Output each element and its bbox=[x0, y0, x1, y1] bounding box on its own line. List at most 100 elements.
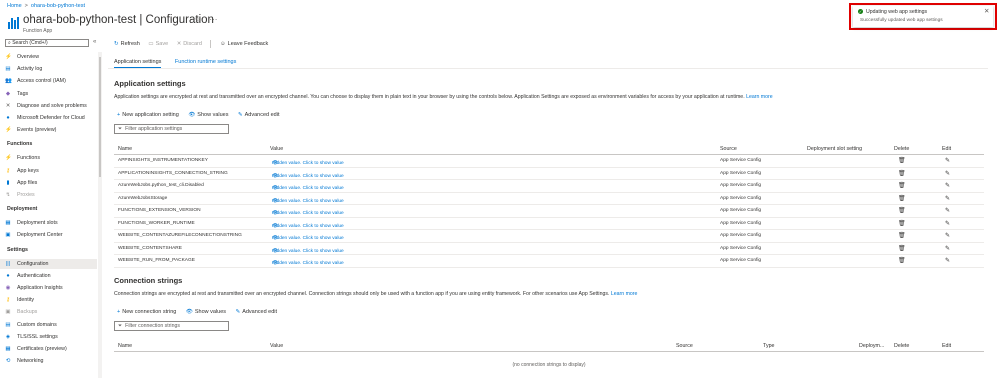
sidebar-item-deployment-center[interactable]: ▣ Deployment Center bbox=[0, 230, 97, 240]
sidebar-search-input[interactable]: ⌕ Search (Cmd+/) bbox=[5, 39, 89, 47]
pencil-icon[interactable]: ✎ bbox=[945, 245, 950, 252]
sidebar-item-app-files[interactable]: ▮ App files bbox=[0, 178, 97, 188]
table-row[interactable]: APPLICATIONINSIGHTS_CONNECTION_STRING 👁 H… bbox=[114, 168, 984, 180]
table-row[interactable]: AzureWebJobsStorage 👁 Hidden value. Click… bbox=[114, 193, 984, 205]
new-connection-string-button[interactable]: + New connection string bbox=[117, 309, 176, 315]
save-button[interactable]: ▭ Save bbox=[148, 41, 168, 47]
trash-icon[interactable]: 🗑 bbox=[898, 220, 906, 227]
hidden-value-text: Hidden value. Click to show value bbox=[272, 211, 344, 216]
column-header-source[interactable]: Source bbox=[720, 146, 737, 152]
setting-name[interactable]: WEBSITE_RUN_FROM_PACKAGE bbox=[118, 258, 195, 263]
table-row[interactable]: WEBSITE_RUN_FROM_PACKAGE 👁 Hidden value. … bbox=[114, 255, 984, 268]
leave-feedback-button[interactable]: ☺ Leave Feedback bbox=[220, 41, 268, 47]
column-header-name[interactable]: Name bbox=[118, 146, 132, 152]
sidebar-item-identity[interactable]: ⚷ Identity bbox=[0, 295, 97, 305]
sidebar-item-activity-log[interactable]: ▤ Activity log bbox=[0, 64, 97, 74]
sidebar-item-events-preview[interactable]: ⚡ Events (preview) bbox=[0, 125, 97, 135]
advanced-edit-button[interactable]: ✎ Advanced edit bbox=[236, 309, 277, 315]
table-row[interactable]: FUNCTIONS_WORKER_RUNTIME 👁 Hidden value. … bbox=[114, 218, 984, 230]
sidebar-item-tags[interactable]: ◆ Tags bbox=[0, 89, 97, 99]
filter-connection-strings-input[interactable]: ⏷ Filter connection strings bbox=[114, 321, 229, 331]
star-icon[interactable]: ☆ bbox=[194, 15, 201, 24]
sidebar-item-certificates-preview[interactable]: ▦ Certificates (preview) bbox=[0, 344, 97, 354]
column-header-slot-setting[interactable]: Deployment slot setting bbox=[807, 146, 862, 152]
column-header-value[interactable]: Value bbox=[270, 343, 283, 349]
column-header-source[interactable]: Source bbox=[676, 343, 693, 349]
setting-name[interactable]: FUNCTIONS_WORKER_RUNTIME bbox=[118, 221, 195, 226]
trash-icon[interactable]: 🗑 bbox=[898, 182, 906, 189]
close-icon[interactable]: ✕ bbox=[984, 7, 989, 15]
refresh-button[interactable]: ↻ Refresh bbox=[114, 41, 140, 47]
sidebar-item-backups[interactable]: ▣ Backups bbox=[0, 307, 97, 317]
app-settings-learn-more-link[interactable]: Learn more bbox=[746, 94, 773, 100]
breadcrumb-current[interactable]: ohara-bob-python-test bbox=[31, 3, 85, 9]
trash-icon[interactable]: 🗑 bbox=[898, 170, 906, 177]
trash-icon[interactable]: 🗑 bbox=[898, 157, 906, 164]
more-options-icon[interactable]: ··· bbox=[209, 15, 217, 24]
setting-name[interactable]: WEBSITE_CONTENTAZUREFILECONNECTIONSTRING bbox=[118, 233, 242, 238]
setting-name[interactable]: WEBSITE_CONTENTSHARE bbox=[118, 246, 182, 251]
pencil-icon[interactable]: ✎ bbox=[945, 232, 950, 239]
setting-name[interactable]: FUNCTIONS_EXTENSION_VERSION bbox=[118, 208, 201, 213]
sidebar-item-app-keys[interactable]: ⚷ App keys bbox=[0, 166, 97, 176]
sidebar-item-deployment-slots[interactable]: ▦ Deployment slots bbox=[0, 218, 97, 228]
sidebar-item-label: Proxies bbox=[17, 192, 35, 198]
pencil-icon[interactable]: ✎ bbox=[945, 257, 950, 264]
breadcrumb-home[interactable]: Home bbox=[7, 3, 22, 9]
column-header-deployment-slot[interactable]: Deploym... bbox=[859, 343, 884, 349]
column-header-type[interactable]: Type bbox=[763, 343, 774, 349]
sidebar-item-diagnose-and-solve-problems[interactable]: ✕ Diagnose and solve problems bbox=[0, 101, 97, 111]
setting-name[interactable]: AzureWebJobs.python_test_cli.Disabled bbox=[118, 183, 204, 188]
table-row[interactable]: AzureWebJobs.python_test_cli.Disabled 👁 H… bbox=[114, 180, 984, 193]
trash-icon[interactable]: 🗑 bbox=[898, 257, 906, 264]
sidebar-item-proxies[interactable]: ↯ Proxies bbox=[0, 190, 97, 200]
setting-name[interactable]: APPINSIGHTS_INSTRUMENTATIONKEY bbox=[118, 158, 208, 163]
pencil-icon[interactable]: ✎ bbox=[945, 182, 950, 189]
connection-strings-description-text: Connection strings are encrypted at rest… bbox=[114, 291, 610, 297]
filter-application-settings-input[interactable]: ⏷ Filter application settings bbox=[114, 124, 229, 134]
tab-function-runtime-settings[interactable]: Function runtime settings bbox=[175, 59, 236, 67]
trash-icon[interactable]: 🗑 bbox=[898, 232, 906, 239]
setting-name[interactable]: AzureWebJobsStorage bbox=[118, 196, 167, 201]
trash-icon[interactable]: 🗑 bbox=[898, 195, 906, 202]
sidebar-scrollbar-thumb[interactable] bbox=[99, 57, 101, 177]
table-row[interactable]: WEBSITE_CONTENTSHARE 👁 Hidden value. Clic… bbox=[114, 243, 984, 255]
advanced-edit-button[interactable]: ✎ Advanced edit bbox=[238, 112, 279, 118]
connection-strings-commands: + New connection string 👁 Show values ✎ Adv… bbox=[117, 309, 285, 315]
show-values-button[interactable]: 👁 Show values bbox=[186, 309, 226, 315]
sidebar-item-overview[interactable]: ⚡ Overview bbox=[0, 52, 97, 62]
sidebar-item-access-control-iam[interactable]: 👥 Access control (IAM) bbox=[0, 76, 97, 86]
pencil-icon[interactable]: ✎ bbox=[945, 170, 950, 177]
pencil-icon[interactable]: ✎ bbox=[945, 220, 950, 227]
pencil-icon[interactable]: ✎ bbox=[945, 157, 950, 164]
table-row[interactable]: FUNCTIONS_EXTENSION_VERSION 👁 Hidden valu… bbox=[114, 205, 984, 218]
sidebar-item-application-insights[interactable]: ◉ Application Insights bbox=[0, 283, 97, 293]
sidebar-item-microsoft-defender-for-cloud[interactable]: ● Microsoft Defender for Cloud bbox=[0, 113, 97, 123]
sidebar-item-custom-domains[interactable]: ▤ Custom domains bbox=[0, 320, 97, 330]
notification-toast[interactable]: ✓ Updating web app settings Successfully… bbox=[853, 6, 993, 27]
trash-icon[interactable]: 🗑 bbox=[898, 207, 906, 214]
collapse-sidebar-icon[interactable]: « bbox=[93, 39, 96, 45]
trash-icon[interactable]: 🗑 bbox=[898, 245, 906, 252]
tab-application-settings[interactable]: Application settings bbox=[114, 59, 162, 68]
app-settings-commands: + New application setting 👁 Show values ✎ A… bbox=[117, 112, 287, 118]
new-application-setting-button[interactable]: + New application setting bbox=[117, 112, 179, 118]
column-header-delete: Delete bbox=[894, 146, 910, 152]
table-row[interactable]: APPINSIGHTS_INSTRUMENTATIONKEY 👁 Hidden v… bbox=[114, 155, 984, 168]
connection-strings-heading: Connection strings bbox=[114, 276, 183, 285]
column-header-value[interactable]: Value bbox=[270, 146, 283, 152]
connection-strings-learn-more-link[interactable]: Learn more bbox=[611, 291, 638, 297]
sidebar-item-networking[interactable]: ⟲ Networking bbox=[0, 356, 97, 366]
column-header-name[interactable]: Name bbox=[118, 343, 132, 349]
show-values-button[interactable]: 👁 Show values bbox=[188, 112, 228, 118]
table-row[interactable]: WEBSITE_CONTENTAZUREFILECONNECTIONSTRING… bbox=[114, 230, 984, 243]
discard-button[interactable]: ✕ Discard bbox=[177, 41, 202, 47]
pencil-icon[interactable]: ✎ bbox=[945, 195, 950, 202]
setting-name[interactable]: APPLICATIONINSIGHTS_CONNECTION_STRING bbox=[118, 171, 228, 176]
sidebar-scrollbar[interactable] bbox=[98, 52, 102, 378]
sidebar-item-configuration[interactable]: ||| Configuration bbox=[0, 258, 97, 269]
sidebar-item-authentication[interactable]: ● Authentication bbox=[0, 271, 97, 281]
pencil-icon[interactable]: ✎ bbox=[945, 207, 950, 214]
sidebar-item-tls-ssl-settings[interactable]: ◈ TLS/SSL settings bbox=[0, 332, 97, 342]
sidebar-item-functions[interactable]: ⚡ Functions bbox=[0, 153, 97, 163]
